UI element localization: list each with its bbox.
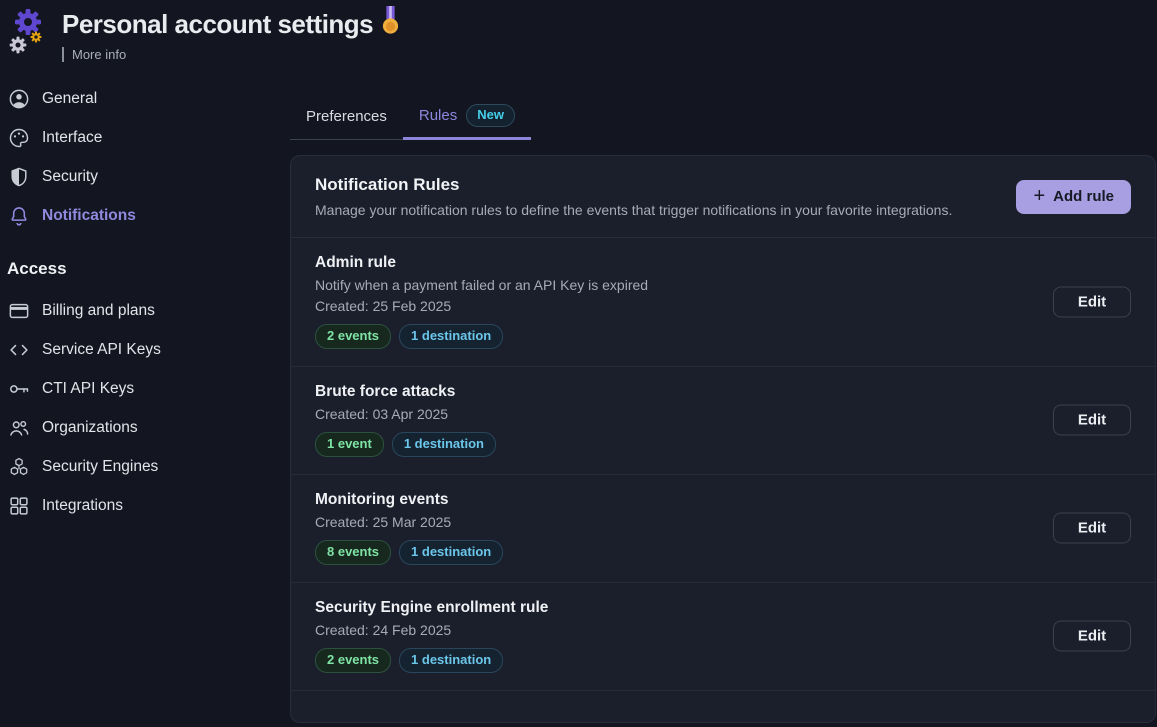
notification-rules-card: Notification Rules Manage your notificat… bbox=[290, 155, 1156, 723]
add-rule-button[interactable]: + Add rule bbox=[1016, 180, 1131, 214]
sidebar-access-nav: Billing and plans Service API Keys CTI A… bbox=[6, 291, 290, 525]
tab[interactable]: Preferences bbox=[290, 94, 403, 140]
grid-icon bbox=[7, 494, 31, 518]
rule-created-date: Created: 03 Apr 2025 bbox=[315, 406, 1035, 422]
sidebar-main-nav: General Interface Security Notifications bbox=[6, 79, 290, 235]
page-header: Personal account settings More info bbox=[6, 6, 399, 62]
cubes-icon bbox=[7, 455, 31, 479]
palette-icon bbox=[7, 126, 31, 150]
rule-name: Admin rule bbox=[315, 254, 1035, 272]
new-badge: New bbox=[466, 104, 515, 126]
sidebar-item[interactable]: CTI API Keys bbox=[6, 369, 290, 408]
rule-name: Security Engine enrollment rule bbox=[315, 599, 1035, 617]
events-badge: 2 events bbox=[315, 648, 391, 673]
credit-card-icon bbox=[7, 299, 31, 323]
bell-icon bbox=[7, 204, 31, 228]
sidebar-item-label: Security bbox=[42, 168, 98, 186]
sidebar-item-label: Integrations bbox=[42, 497, 123, 515]
rule-row: Brute force attacks Created: 03 Apr 2025… bbox=[291, 367, 1155, 475]
destination-badge: 1 destination bbox=[399, 324, 503, 349]
edit-button[interactable]: Edit bbox=[1053, 286, 1131, 317]
sidebar-item[interactable]: Integrations bbox=[6, 486, 290, 525]
tab-label: Rules bbox=[419, 107, 457, 124]
sidebar-item-label: General bbox=[42, 90, 97, 108]
destination-badge: 1 destination bbox=[399, 540, 503, 565]
medal-icon bbox=[382, 6, 399, 42]
more-info-link[interactable]: More info bbox=[72, 47, 126, 62]
destination-badge: 1 destination bbox=[399, 648, 503, 673]
rule-badges: 2 events 1 destination bbox=[315, 324, 1035, 349]
rule-row: Admin rule Notify when a payment failed … bbox=[291, 238, 1155, 367]
sidebar-item[interactable]: Billing and plans bbox=[6, 291, 290, 330]
edit-button[interactable]: Edit bbox=[1053, 621, 1131, 652]
access-section-heading: Access bbox=[7, 259, 290, 279]
tab-bar: Preferences Rules New bbox=[290, 94, 1157, 140]
tab-label: Preferences bbox=[306, 108, 387, 125]
sidebar-item[interactable]: Notifications bbox=[6, 196, 290, 235]
rule-created-date: Created: 25 Feb 2025 bbox=[315, 298, 1035, 314]
edit-button[interactable]: Edit bbox=[1053, 513, 1131, 544]
app-window: Personal account settings More info bbox=[0, 0, 1157, 727]
rule-created-date: Created: 25 Mar 2025 bbox=[315, 514, 1035, 530]
destination-badge: 1 destination bbox=[392, 432, 496, 457]
rule-name: Brute force attacks bbox=[315, 383, 1035, 401]
rule-badges: 1 event 1 destination bbox=[315, 432, 1035, 457]
card-header: Notification Rules Manage your notificat… bbox=[291, 156, 1155, 238]
rule-badges: 8 events 1 destination bbox=[315, 540, 1035, 565]
sidebar-item-label: Billing and plans bbox=[42, 302, 155, 320]
edit-button[interactable]: Edit bbox=[1053, 405, 1131, 436]
events-badge: 2 events bbox=[315, 324, 391, 349]
shield-icon bbox=[7, 165, 31, 189]
key-icon bbox=[7, 377, 31, 401]
plus-icon: + bbox=[1033, 186, 1045, 206]
sidebar-item-label: Organizations bbox=[42, 419, 138, 437]
events-badge: 1 event bbox=[315, 432, 384, 457]
main-content: Preferences Rules New Notification Rules… bbox=[290, 94, 1157, 723]
sidebar-item[interactable]: Security Engines bbox=[6, 447, 290, 486]
sidebar-item-label: CTI API Keys bbox=[42, 380, 134, 398]
sidebar-item-label: Security Engines bbox=[42, 458, 158, 476]
sidebar-item[interactable]: Security bbox=[6, 157, 290, 196]
rule-created-date: Created: 24 Feb 2025 bbox=[315, 622, 1035, 638]
rule-badges: 2 events 1 destination bbox=[315, 648, 1035, 673]
people-icon bbox=[7, 416, 31, 440]
sidebar-item[interactable]: Service API Keys bbox=[6, 330, 290, 369]
sidebar-item[interactable]: Interface bbox=[6, 118, 290, 157]
card-subtitle: Manage your notification rules to define… bbox=[315, 202, 952, 218]
sidebar-item[interactable]: General bbox=[6, 79, 290, 118]
user-icon bbox=[7, 87, 31, 111]
sidebar: General Interface Security Notifications bbox=[0, 79, 290, 525]
sidebar-item-label: Notifications bbox=[42, 207, 136, 225]
rule-row: Monitoring events Created: 25 Mar 2025 8… bbox=[291, 475, 1155, 583]
sidebar-item[interactable]: Organizations bbox=[6, 408, 290, 447]
rule-name: Monitoring events bbox=[315, 491, 1035, 509]
page-title: Personal account settings bbox=[62, 9, 373, 40]
sidebar-item-label: Interface bbox=[42, 129, 102, 147]
gears-logo-icon bbox=[6, 6, 50, 58]
rules-list: Admin rule Notify when a payment failed … bbox=[291, 238, 1155, 691]
card-title: Notification Rules bbox=[315, 175, 952, 195]
events-badge: 8 events bbox=[315, 540, 391, 565]
rule-row: Security Engine enrollment rule Created:… bbox=[291, 583, 1155, 691]
sidebar-item-label: Service API Keys bbox=[42, 341, 161, 359]
code-icon bbox=[7, 338, 31, 362]
tab[interactable]: Rules New bbox=[403, 94, 531, 140]
more-info-divider bbox=[62, 47, 64, 62]
rule-description: Notify when a payment failed or an API K… bbox=[315, 277, 1035, 293]
